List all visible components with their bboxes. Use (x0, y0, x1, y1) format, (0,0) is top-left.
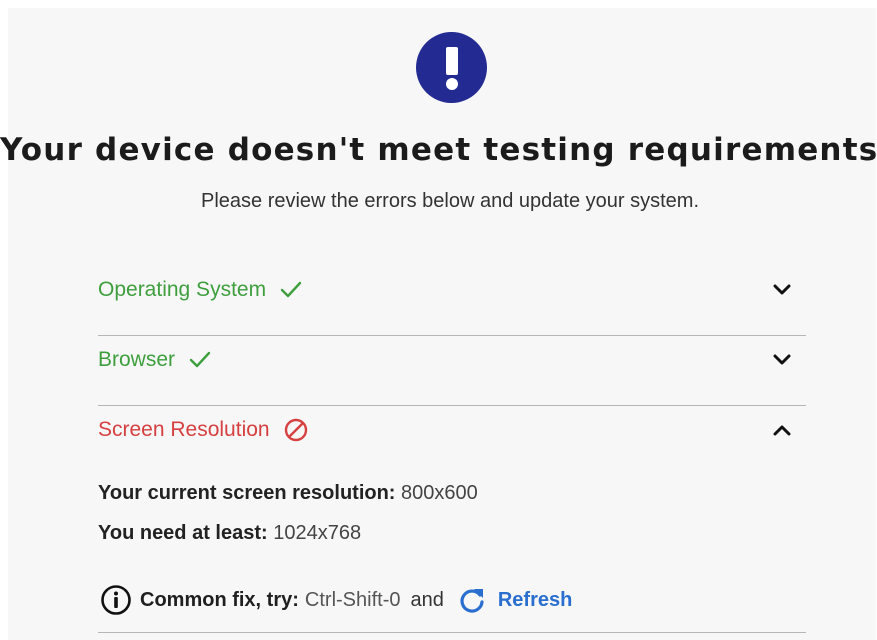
required-resolution-label: You need at least: (98, 522, 268, 544)
chevron-up-icon[interactable] (770, 418, 794, 442)
accordion-label: Screen Resolution (98, 418, 270, 441)
accordion-label: Operating System (98, 278, 267, 301)
common-fix: Common fix, try: Ctrl-Shift-0 and Refres… (100, 582, 572, 618)
info-icon (100, 584, 132, 616)
accordion-header-browser[interactable]: Browser (98, 336, 806, 384)
page-subtitle: Please review the errors below and updat… (200, 190, 700, 212)
refresh-button[interactable]: Refresh (458, 586, 572, 614)
accordion-browser: Browser (98, 336, 806, 406)
current-resolution-line: Your current screen resolution: 800x600 (98, 482, 478, 505)
current-resolution-label: Your current screen resolution: (98, 482, 396, 504)
chevron-down-icon[interactable] (770, 348, 794, 372)
required-resolution-value: 1024x768 (273, 522, 362, 544)
accordion-header-screen-resolution[interactable]: Screen Resolution (98, 406, 806, 454)
checkmark-icon (189, 351, 211, 369)
prohibited-icon (284, 418, 308, 442)
page-title: Your device doesn't meet testing require… (0, 132, 877, 168)
current-resolution-value: 800x600 (401, 482, 478, 504)
accordion-label: Browser (98, 348, 176, 371)
keyboard-shortcut: Ctrl-Shift-0 (304, 588, 401, 611)
and-text: and (410, 588, 444, 611)
accordion-operating-system: Operating System (98, 266, 806, 336)
common-fix-label: Common fix, try: (140, 588, 299, 611)
chevron-down-icon[interactable] (770, 278, 794, 302)
refresh-label: Refresh (497, 588, 573, 611)
exclamation-circle-icon (416, 32, 487, 103)
required-resolution-line: You need at least: 1024x768 (98, 522, 361, 545)
divider (98, 632, 806, 633)
refresh-icon (458, 586, 486, 614)
accordion-header-operating-system[interactable]: Operating System (98, 266, 806, 314)
checkmark-icon (280, 281, 302, 299)
